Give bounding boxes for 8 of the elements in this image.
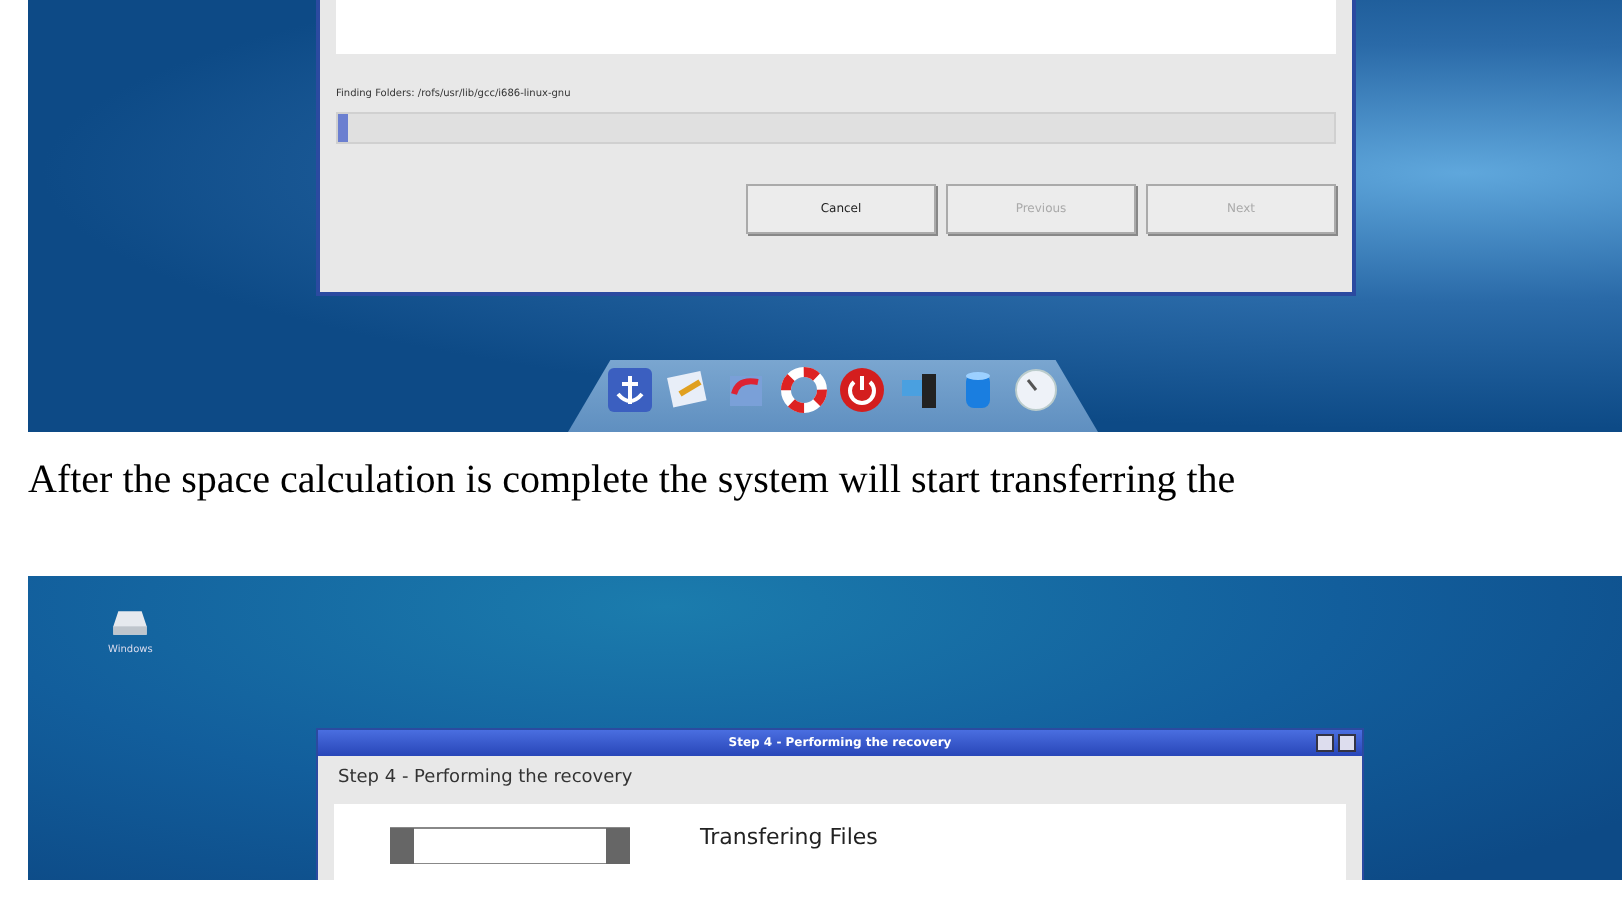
clock-icon[interactable] xyxy=(1012,366,1060,414)
anchor-icon[interactable] xyxy=(606,366,654,414)
power-icon[interactable] xyxy=(838,366,886,414)
window-controls-icon[interactable] xyxy=(1316,734,1356,752)
dialog-heading: Step 4 - Performing the recovery xyxy=(336,766,635,792)
lifebuoy-icon[interactable] xyxy=(780,366,828,414)
section-title: Transfering Files xyxy=(700,824,878,850)
paragraph-text: After the space calculation is complete the system will start transferring the xyxy=(28,456,1238,504)
